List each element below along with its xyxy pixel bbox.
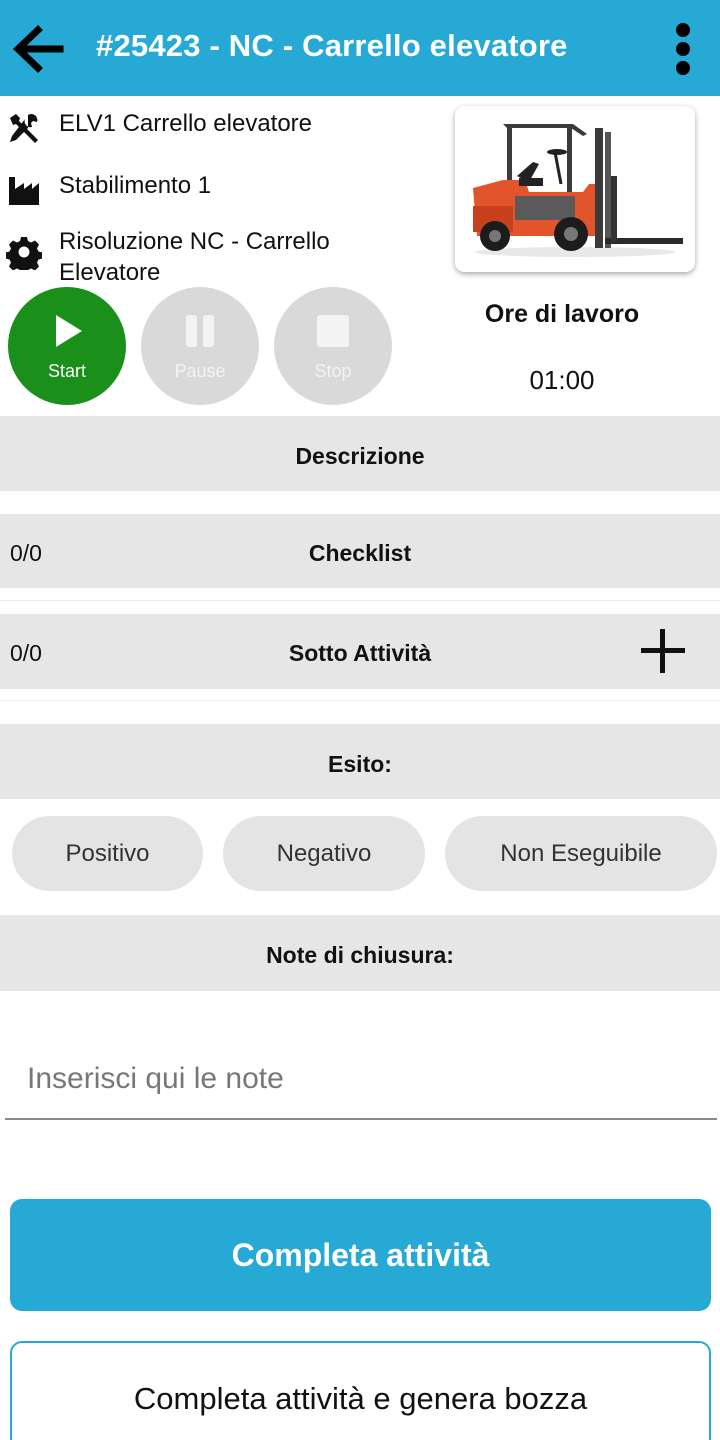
work-hours-value: 01:00 (529, 365, 595, 395)
subtasks-title: Sotto Attività (288, 640, 432, 666)
complete-and-draft-button[interactable]: Completa attività e genera bozza (10, 1341, 711, 1440)
asset-photo (455, 106, 695, 272)
gear-icon (6, 237, 42, 270)
forklift-image (455, 106, 695, 272)
pause-label: Pause (174, 361, 226, 381)
closing-notes-title: Note di chiusura: (266, 942, 454, 968)
divider (0, 700, 720, 701)
checklist-section[interactable]: 0/0 Checklist (0, 514, 720, 588)
closing-notes-section: Note di chiusura: (0, 915, 720, 991)
work-hours-label: Ore di lavoro (484, 300, 640, 328)
stop-icon (317, 315, 349, 347)
stop-label: Stop (314, 361, 352, 381)
location-name: Stabilimento 1 (59, 172, 212, 199)
divider (0, 600, 720, 601)
asset-row: ELV1 Carrello elevatore (0, 108, 440, 148)
arrow-left-icon (12, 25, 64, 73)
asset-name: ELV1 Carrello elevatore (59, 110, 313, 137)
plus-icon[interactable] (640, 628, 686, 674)
start-button[interactable]: Start (8, 287, 126, 405)
pause-icon (186, 315, 214, 347)
more-menu-button[interactable] (668, 20, 698, 80)
factory-icon (9, 177, 39, 205)
outcome-section: Esito: (0, 724, 720, 799)
pause-button[interactable]: Pause (141, 287, 259, 405)
outcome-title: Esito: (328, 751, 392, 777)
outcome-not-executable-button[interactable]: Non Eseguibile (445, 816, 717, 891)
location-row: Stabilimento 1 (0, 170, 440, 210)
activity-name: Risoluzione NC - Carrello Elevatore (59, 228, 330, 286)
back-button[interactable] (10, 22, 66, 76)
outcome-negative-button[interactable]: Negativo (223, 816, 425, 891)
subtasks-section[interactable]: 0/0 Sotto Attività (0, 614, 720, 689)
play-icon (56, 315, 82, 347)
closing-notes-input[interactable] (5, 1040, 717, 1120)
stop-button[interactable]: Stop (274, 287, 392, 405)
tools-icon (10, 113, 38, 143)
outcome-positive-button[interactable]: Positivo (12, 816, 203, 891)
app-bar: #25423 - NC - Carrello elevatore (0, 0, 720, 96)
activity-row: Risoluzione NC - Carrello Elevatore (0, 226, 440, 288)
checklist-title: Checklist (308, 540, 412, 566)
description-section[interactable]: Descrizione (0, 416, 720, 491)
page-title: #25423 - NC - Carrello elevatore (96, 28, 568, 63)
description-title: Descrizione (295, 443, 425, 469)
complete-activity-button[interactable]: Completa attività (10, 1199, 711, 1311)
more-vertical-icon (676, 23, 690, 75)
start-label: Start (47, 361, 86, 381)
